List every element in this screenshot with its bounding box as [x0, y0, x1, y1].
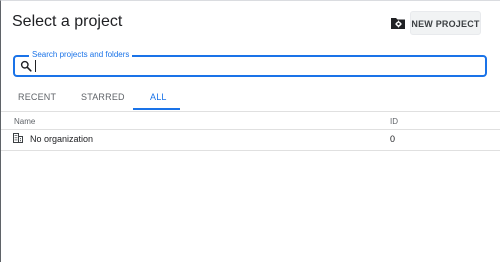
new-project-button[interactable]: NEW PROJECT	[410, 11, 481, 35]
select-project-dialog: Select a project NEW PROJECT Search proj…	[0, 0, 500, 262]
table-row[interactable]: No organization 0	[1, 130, 500, 151]
text-caret	[35, 60, 36, 72]
organization-icon	[13, 133, 23, 143]
dialog-header: Select a project NEW PROJECT	[12, 11, 500, 37]
column-header-id: ID	[390, 117, 398, 126]
search-field[interactable]: Search projects and folders	[13, 49, 487, 77]
search-input[interactable]	[35, 58, 475, 74]
tab-recent[interactable]: RECENT	[18, 92, 56, 102]
table-header: Name ID	[1, 113, 500, 130]
tab-starred[interactable]: STARRED	[81, 92, 125, 102]
column-header-name: Name	[14, 117, 36, 126]
search-icon	[20, 60, 32, 72]
organization-name[interactable]: No organization	[30, 134, 93, 144]
tab-all[interactable]: ALL	[150, 92, 167, 102]
active-tab-indicator	[133, 108, 180, 110]
organization-id: 0	[390, 134, 396, 144]
dialog-title: Select a project	[12, 13, 123, 30]
tab-bar: RECENT STARRED ALL	[1, 89, 500, 112]
folder-settings-icon[interactable]	[390, 15, 406, 31]
